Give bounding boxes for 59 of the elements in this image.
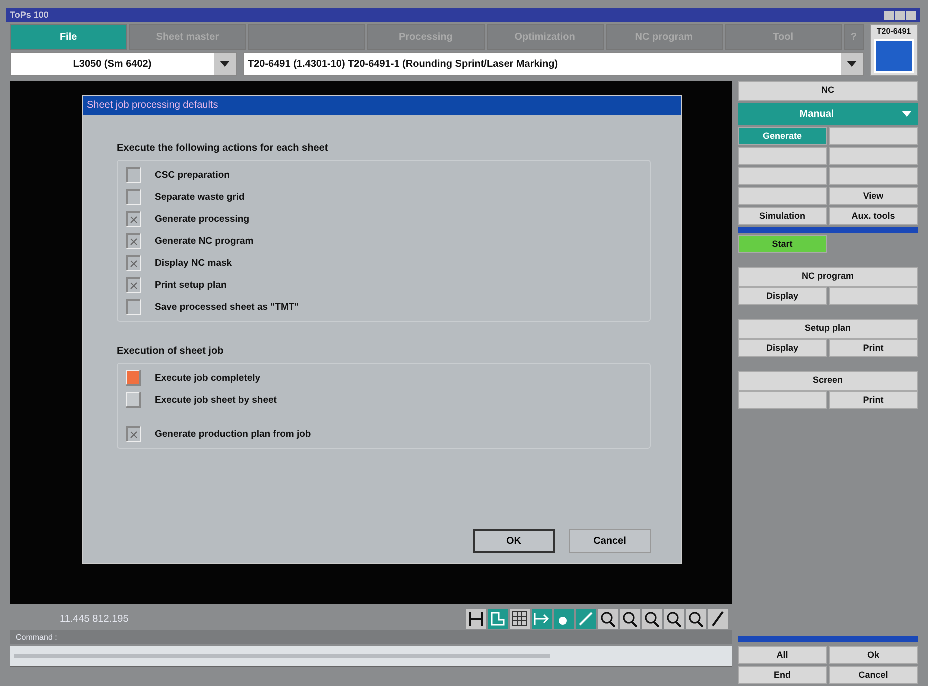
panel-header: NC xyxy=(738,81,918,101)
job-dropdown[interactable]: T20-6491 (1.4301-10) T20-6491-1 (Rounding Sprint/Laser Marking) xyxy=(243,52,864,76)
checkbox-label: Generate NC program xyxy=(155,236,254,246)
command-input-field[interactable] xyxy=(10,646,732,666)
checkbox-label: Generate processing xyxy=(155,214,250,224)
checkbox-label: Print setup plan xyxy=(155,280,227,290)
panel-button[interactable]: View xyxy=(829,187,918,205)
option-label: Execute job completely xyxy=(155,372,261,384)
checkbox[interactable] xyxy=(126,167,141,183)
section-heading: Execution of sheet job xyxy=(117,346,225,357)
panel-button[interactable]: Display xyxy=(738,287,827,305)
command-label: Command : xyxy=(16,632,58,642)
option-label: Execute job sheet by sheet xyxy=(155,394,277,406)
cross-mark-icon xyxy=(130,282,138,290)
action-button[interactable]: Ok xyxy=(829,646,918,664)
machine-color-swatch xyxy=(874,39,914,73)
measure-icon[interactable] xyxy=(466,609,486,629)
checkbox-label: Separate waste grid xyxy=(155,192,245,202)
checkbox[interactable] xyxy=(126,255,141,271)
panel-button[interactable]: Simulation xyxy=(738,207,827,225)
group-header: NC program xyxy=(738,267,918,287)
coordinates-readout: 11.445 812.195 xyxy=(59,614,129,624)
cross-mark-icon xyxy=(130,260,138,268)
action-button[interactable]: Cancel xyxy=(829,666,918,684)
panel-button[interactable]: Print xyxy=(829,391,918,409)
checkbox[interactable] xyxy=(126,189,141,205)
checkbox[interactable] xyxy=(126,426,141,442)
checkbox[interactable] xyxy=(126,299,141,315)
panel-button[interactable]: Print xyxy=(829,339,918,357)
ok-button[interactable]: OK xyxy=(473,529,555,553)
machine-label: T20-6491 xyxy=(876,27,912,36)
checkbox[interactable] xyxy=(126,277,141,293)
group-header: Screen xyxy=(738,371,918,391)
checkbox-label: CSC preparation xyxy=(155,170,230,180)
section-heading: Execute the following actions for each sheet xyxy=(117,143,330,154)
panel-button[interactable]: Aux. tools xyxy=(829,207,918,225)
checkbox[interactable] xyxy=(126,233,141,249)
fit-icon[interactable] xyxy=(532,609,552,629)
checkbox[interactable] xyxy=(126,211,141,227)
checkbox-label: Save processed sheet as "TMT" xyxy=(155,302,300,312)
machine-dropdown[interactable]: L3050 (Sm 6402) xyxy=(10,52,237,76)
panel-button[interactable]: Display xyxy=(738,339,827,357)
checkbox-label: Generate production plan from job xyxy=(155,428,312,440)
cross-mark-icon xyxy=(130,238,138,246)
option-button[interactable] xyxy=(126,392,141,408)
option-button[interactable] xyxy=(126,370,141,386)
action-button[interactable]: All xyxy=(738,646,827,664)
window-title: ToPs 100 xyxy=(10,10,49,20)
start-button[interactable]: Start xyxy=(738,235,827,253)
grid-icon[interactable] xyxy=(510,609,530,629)
dialog-title: Sheet job processing defaults xyxy=(83,96,681,115)
cross-mark-icon xyxy=(130,430,138,438)
pen-icon[interactable] xyxy=(708,609,728,629)
group-header: Setup plan xyxy=(738,319,918,339)
action-button[interactable]: End xyxy=(738,666,827,684)
cross-mark-icon xyxy=(130,216,138,224)
checkbox-label: Display NC mask xyxy=(155,258,232,268)
cancel-button[interactable]: Cancel xyxy=(569,529,651,553)
zoom-in-icon[interactable] xyxy=(598,609,618,629)
